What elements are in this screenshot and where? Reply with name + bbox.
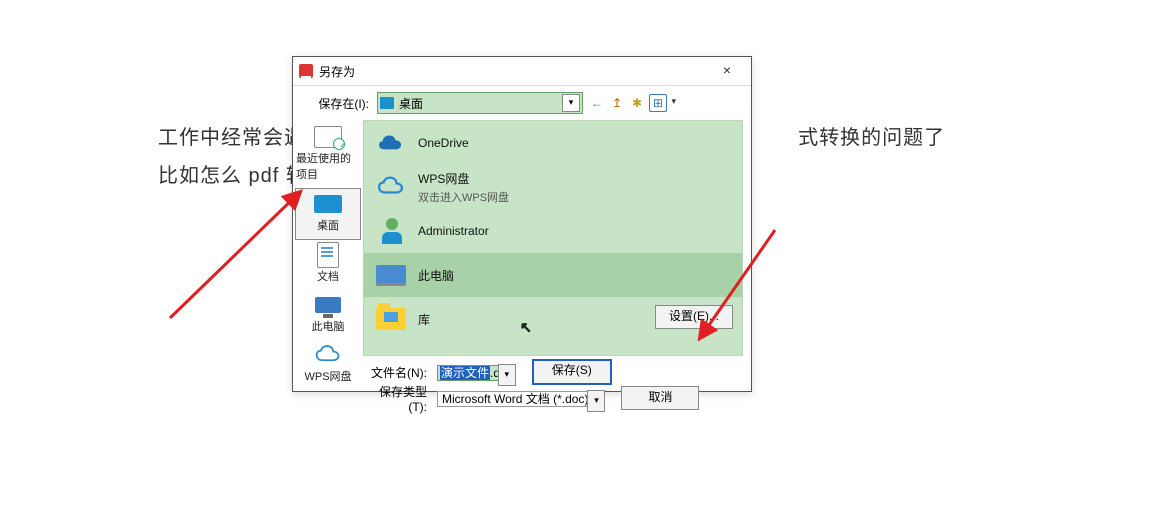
wps-cloud-icon xyxy=(313,344,343,366)
dialog-title: 另存为 xyxy=(319,63,709,80)
recent-icon xyxy=(314,126,342,148)
save-as-dialog: 另存为 × 保存在(I): 桌面 ▾ ← ↥ ✱ ⊞ 最近使用的项目 桌面 xyxy=(292,56,752,392)
sidebar-item-desktop[interactable]: 桌面 xyxy=(295,188,361,240)
filetype-select[interactable]: Microsoft Word 文档 (*.doc) xyxy=(437,391,605,407)
titlebar[interactable]: 另存为 × xyxy=(293,57,751,86)
onedrive-icon xyxy=(374,128,408,158)
sidebar-item-this-pc[interactable]: 此电脑 xyxy=(296,290,360,340)
filetype-row: 保存类型(T): Microsoft Word 文档 (*.doc) ▾ 取消 xyxy=(363,386,739,410)
file-item-subtitle: 双击进入WPS网盘 xyxy=(418,189,509,205)
up-one-level-icon[interactable]: ↥ xyxy=(609,95,625,111)
view-menu-icon[interactable]: ⊞ xyxy=(649,94,667,112)
sidebar-item-wps-drive[interactable]: WPS网盘 xyxy=(296,340,360,390)
file-item-this-pc[interactable]: 此电脑 xyxy=(364,253,742,297)
folder-icon xyxy=(380,97,394,109)
settings-button[interactable]: 设置(E)... xyxy=(655,305,733,329)
cancel-button[interactable]: 取消 xyxy=(621,386,699,410)
file-item-wps-drive[interactable]: WPS网盘 双击进入WPS网盘 xyxy=(364,165,742,209)
new-folder-icon[interactable]: ✱ xyxy=(629,95,645,111)
sidebar-item-label: 文档 xyxy=(317,268,339,284)
libraries-icon xyxy=(374,304,408,334)
sidebar-item-label: 此电脑 xyxy=(312,318,345,334)
file-item-administrator[interactable]: Administrator xyxy=(364,209,742,253)
location-value: 桌面 xyxy=(399,95,562,112)
save-button[interactable]: 保存(S) xyxy=(532,359,612,385)
chevron-down-icon[interactable]: ▾ xyxy=(562,94,580,112)
filetype-label: 保存类型(T): xyxy=(363,383,427,414)
file-item-name: Administrator xyxy=(418,224,489,238)
app-icon xyxy=(299,64,313,78)
file-item-name: 此电脑 xyxy=(418,267,454,284)
pc-icon xyxy=(315,297,341,313)
back-icon[interactable]: ← xyxy=(589,95,605,111)
location-combo[interactable]: 桌面 ▾ xyxy=(377,92,583,114)
chevron-down-icon[interactable]: ▾ xyxy=(498,364,516,386)
sidebar-item-recent[interactable]: 最近使用的项目 xyxy=(296,122,360,188)
chevron-down-icon[interactable]: ▾ xyxy=(587,390,605,412)
pc-icon xyxy=(374,260,408,290)
places-sidebar: 最近使用的项目 桌面 文档 此电脑 WPS网盘 xyxy=(293,120,363,356)
sidebar-item-label: WPS网盘 xyxy=(304,368,351,384)
user-icon xyxy=(374,216,408,246)
sidebar-item-label: 最近使用的项目 xyxy=(296,150,360,182)
bg-line1-right: 式转换的问题了 xyxy=(798,127,945,149)
file-item-name: 库 xyxy=(418,311,430,328)
file-item-onedrive[interactable]: OneDrive xyxy=(364,121,742,165)
sidebar-item-documents[interactable]: 文档 xyxy=(296,240,360,290)
toolbar-icons: ← ↥ ✱ ⊞ xyxy=(589,94,681,112)
documents-icon xyxy=(317,242,339,268)
bg-line1-left: 工作中经常会遇 xyxy=(158,127,305,149)
sidebar-item-label: 桌面 xyxy=(317,217,339,233)
close-button[interactable]: × xyxy=(709,60,745,82)
save-in-label: 保存在(I): xyxy=(309,95,369,112)
filename-label: 文件名(N): xyxy=(363,364,427,381)
file-item-name: WPS网盘 xyxy=(418,170,509,187)
desktop-icon xyxy=(314,195,342,213)
filename-selected-text: 演示文件 xyxy=(440,366,490,380)
wps-cloud-icon xyxy=(374,172,408,202)
dialog-bottom: 文件名(N): 演示文件.doc ▾ 保存(S) 保存类型(T): Micros… xyxy=(293,356,751,410)
filename-row: 文件名(N): 演示文件.doc ▾ 保存(S) xyxy=(363,360,739,384)
save-in-row: 保存在(I): 桌面 ▾ ← ↥ ✱ ⊞ xyxy=(293,86,751,120)
mouse-cursor-icon: ↖ xyxy=(520,319,532,336)
file-item-name: OneDrive xyxy=(418,136,469,150)
